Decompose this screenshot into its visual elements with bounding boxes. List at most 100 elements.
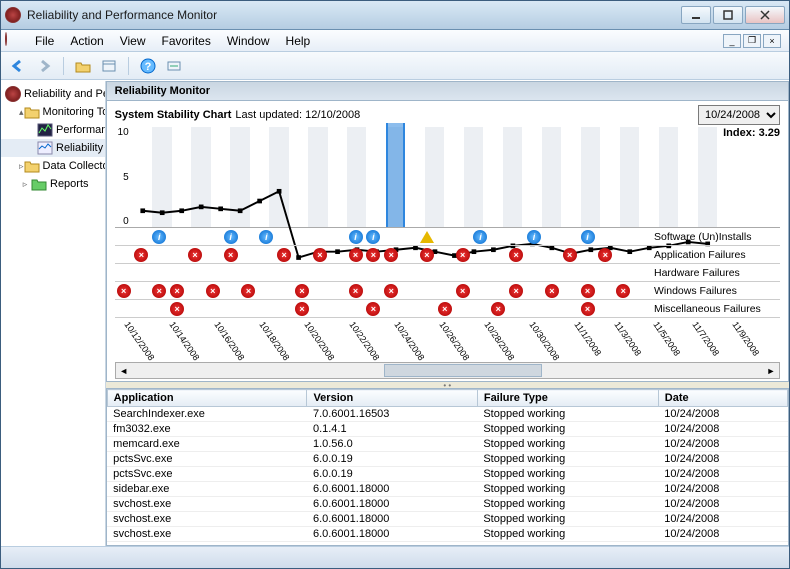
- event-rows: iiiiiiiiSoftware (Un)Installs×××××××××××…: [115, 227, 780, 318]
- scroll-track[interactable]: [132, 363, 763, 378]
- open-icon[interactable]: [72, 55, 94, 77]
- error-icon[interactable]: ×: [509, 284, 523, 298]
- warning-icon[interactable]: [420, 231, 434, 243]
- error-icon[interactable]: ×: [456, 284, 470, 298]
- menu-action[interactable]: Action: [62, 32, 111, 50]
- table-row[interactable]: SearchIndexer.exe7.0.6001.16503Stopped w…: [107, 407, 787, 422]
- tree-root[interactable]: Reliability and Performance: [1, 85, 105, 103]
- row-label: Application Failures: [650, 249, 780, 261]
- error-icon[interactable]: ×: [456, 248, 470, 262]
- info-icon[interactable]: i: [259, 230, 273, 244]
- error-icon[interactable]: ×: [134, 248, 148, 262]
- mdi-minimize-button[interactable]: _: [723, 34, 741, 48]
- tree-data-collector[interactable]: ▹Data Collector Sets: [1, 157, 105, 175]
- perfmon-icon: [37, 122, 53, 138]
- nav-tree[interactable]: Reliability and Performance ▴Monitoring …: [1, 81, 106, 546]
- table-row[interactable]: svchost.exe6.0.6001.18000Stopped working…: [107, 497, 787, 512]
- forward-button[interactable]: [33, 55, 55, 77]
- error-icon[interactable]: ×: [420, 248, 434, 262]
- error-icon[interactable]: ×: [241, 284, 255, 298]
- table-row[interactable]: pctsSvc.exe6.0.0.19Stopped working10/24/…: [107, 452, 787, 467]
- error-icon[interactable]: ×: [545, 284, 559, 298]
- refresh-icon[interactable]: [163, 55, 185, 77]
- error-icon[interactable]: ×: [616, 284, 630, 298]
- info-icon[interactable]: i: [366, 230, 380, 244]
- tree-performance-monitor[interactable]: Performance Monitor: [1, 121, 105, 139]
- table-row[interactable]: memcard.exe1.0.56.0Stopped working10/24/…: [107, 437, 787, 452]
- error-icon[interactable]: ×: [117, 284, 131, 298]
- app-window: Reliability and Performance Monitor File…: [0, 0, 790, 569]
- error-icon[interactable]: ×: [509, 248, 523, 262]
- error-icon[interactable]: ×: [170, 302, 184, 316]
- error-icon[interactable]: ×: [349, 284, 363, 298]
- error-icon[interactable]: ×: [313, 248, 327, 262]
- error-icon[interactable]: ×: [277, 248, 291, 262]
- menu-file[interactable]: File: [27, 32, 62, 50]
- info-icon[interactable]: i: [581, 230, 595, 244]
- menu-help[interactable]: Help: [278, 32, 319, 50]
- menu-favorites[interactable]: Favorites: [154, 32, 219, 50]
- svg-text:?: ?: [145, 61, 152, 73]
- column-header[interactable]: Version: [307, 390, 477, 407]
- menu-window[interactable]: Window: [219, 32, 278, 50]
- failure-table[interactable]: ApplicationVersionFailure TypeDate Searc…: [106, 388, 789, 546]
- tree-reports[interactable]: ▹Reports: [1, 175, 105, 193]
- table-row[interactable]: svchost.exe6.0.6001.18000Stopped working…: [107, 527, 787, 542]
- scroll-thumb[interactable]: [384, 364, 542, 377]
- table-row[interactable]: svchost.exe6.0.6001.18000Stopped working…: [107, 512, 787, 527]
- properties-icon[interactable]: [98, 55, 120, 77]
- error-icon[interactable]: ×: [349, 248, 363, 262]
- table-row[interactable]: fm3032.exe0.1.4.1Stopped working10/24/20…: [107, 422, 787, 437]
- info-icon[interactable]: i: [473, 230, 487, 244]
- x-axis: 10/12/200810/14/200810/16/200810/18/2008…: [133, 318, 780, 360]
- error-icon[interactable]: ×: [384, 248, 398, 262]
- info-icon[interactable]: i: [349, 230, 363, 244]
- error-icon[interactable]: ×: [581, 302, 595, 316]
- event-row: ×××××××××××××Windows Failures: [115, 282, 780, 300]
- error-icon[interactable]: ×: [295, 284, 309, 298]
- error-icon[interactable]: ×: [581, 284, 595, 298]
- error-icon[interactable]: ×: [491, 302, 505, 316]
- error-icon[interactable]: ×: [598, 248, 612, 262]
- mdi-restore-button[interactable]: ❐: [743, 34, 761, 48]
- date-selector[interactable]: 10/24/2008: [698, 105, 780, 125]
- error-icon[interactable]: ×: [206, 284, 220, 298]
- last-updated-value: 12/10/2008: [305, 109, 360, 121]
- scroll-right-button[interactable]: ►: [763, 366, 779, 376]
- error-icon[interactable]: ×: [224, 248, 238, 262]
- column-header[interactable]: Application: [107, 390, 307, 407]
- minimize-button[interactable]: [681, 6, 711, 24]
- error-icon[interactable]: ×: [366, 248, 380, 262]
- info-icon[interactable]: i: [224, 230, 238, 244]
- tree-label: Data Collector Sets: [43, 160, 106, 172]
- error-icon[interactable]: ×: [438, 302, 452, 316]
- help-icon[interactable]: ?: [137, 55, 159, 77]
- relmon-icon: [37, 140, 53, 156]
- reports-icon: [31, 176, 47, 192]
- column-header[interactable]: Failure Type: [477, 390, 658, 407]
- error-icon[interactable]: ×: [170, 284, 184, 298]
- menu-view[interactable]: View: [112, 32, 154, 50]
- error-icon[interactable]: ×: [563, 248, 577, 262]
- error-icon[interactable]: ×: [188, 248, 202, 262]
- error-icon[interactable]: ×: [152, 284, 166, 298]
- table-row[interactable]: sidebar.exe6.0.6001.18000Stopped working…: [107, 482, 787, 497]
- tree-monitoring-tools[interactable]: ▴Monitoring Tools: [1, 103, 105, 121]
- titlebar[interactable]: Reliability and Performance Monitor: [1, 1, 789, 30]
- mdi-close-button[interactable]: ×: [763, 34, 781, 48]
- table-row[interactable]: pctsSvc.exe6.0.0.19Stopped working10/24/…: [107, 467, 787, 482]
- stability-plot[interactable]: [133, 127, 717, 227]
- last-updated-label: Last updated:: [235, 109, 302, 121]
- back-button[interactable]: [7, 55, 29, 77]
- maximize-button[interactable]: [713, 6, 743, 24]
- chart-scrollbar[interactable]: ◄ ►: [115, 362, 780, 379]
- info-icon[interactable]: i: [152, 230, 166, 244]
- close-button[interactable]: [745, 6, 785, 24]
- tree-label: Reports: [50, 178, 89, 190]
- tree-reliability-monitor[interactable]: Reliability Monitor: [1, 139, 105, 157]
- error-icon[interactable]: ×: [295, 302, 309, 316]
- error-icon[interactable]: ×: [366, 302, 380, 316]
- info-icon[interactable]: i: [527, 230, 541, 244]
- column-header[interactable]: Date: [658, 390, 787, 407]
- error-icon[interactable]: ×: [384, 284, 398, 298]
